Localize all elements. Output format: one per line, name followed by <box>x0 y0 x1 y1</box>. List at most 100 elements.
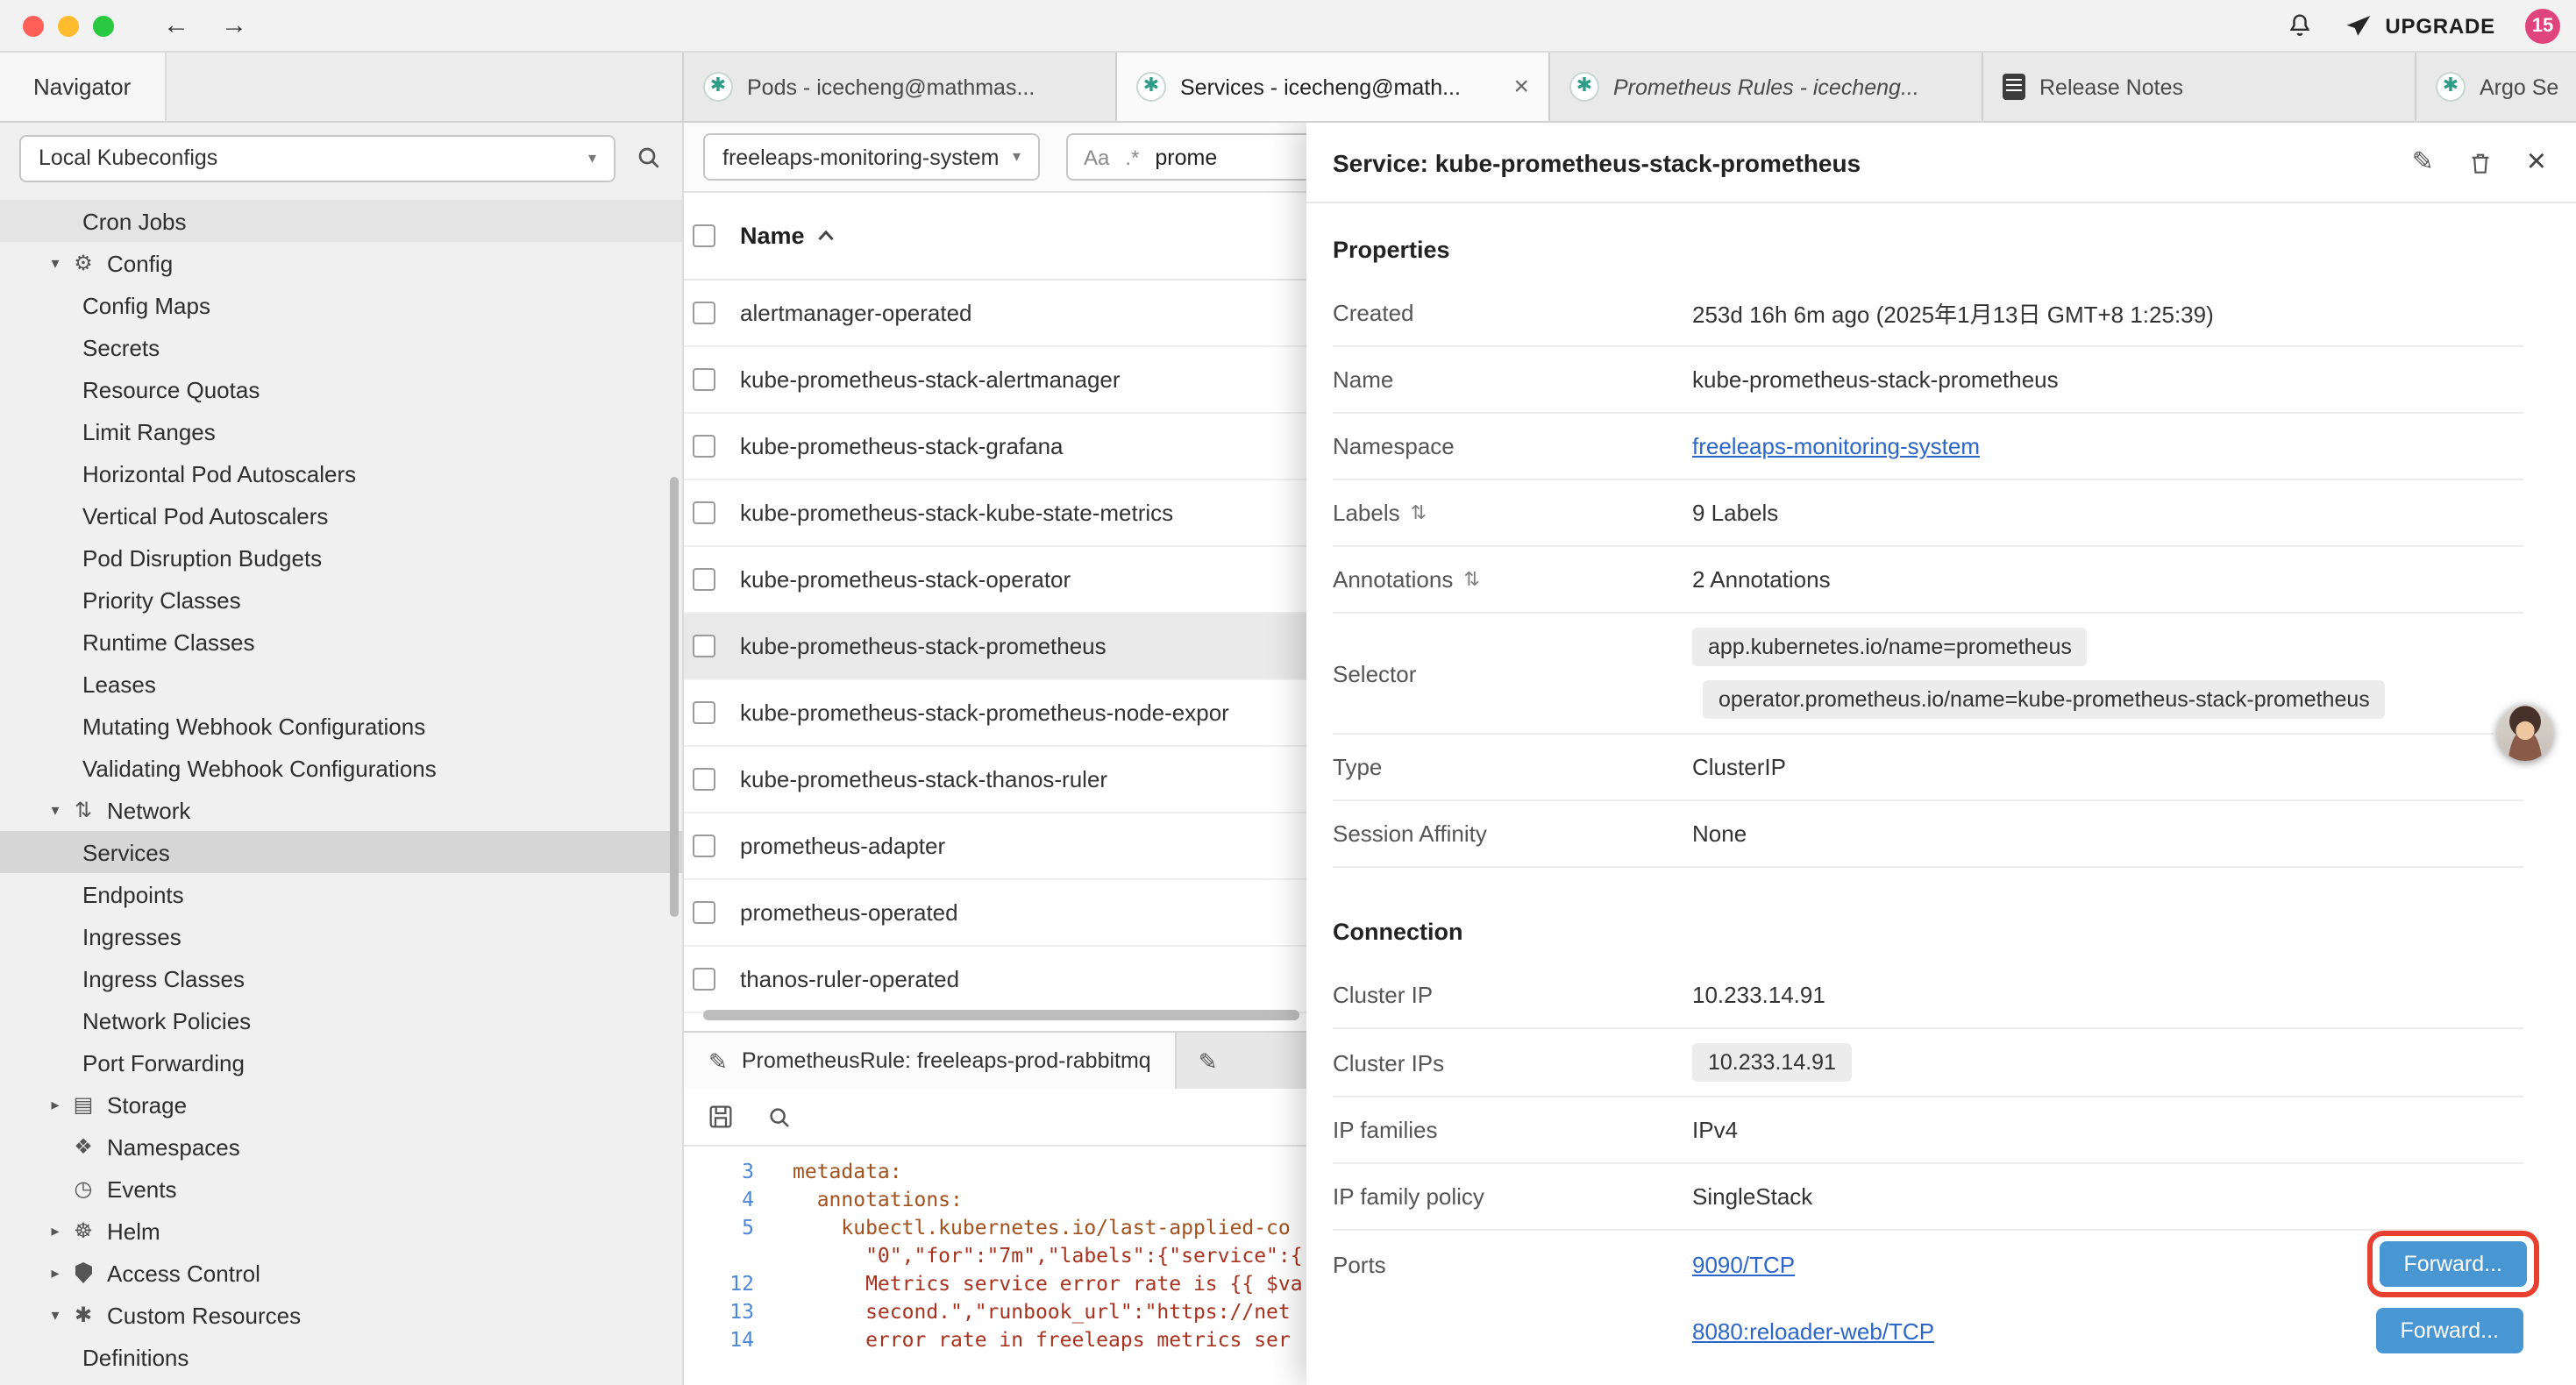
port-link[interactable]: 9090/TCP <box>1692 1251 1795 1277</box>
tab-release-notes[interactable]: Release Notes <box>1983 53 2416 121</box>
save-icon[interactable] <box>707 1103 735 1131</box>
match-case-toggle[interactable]: Aa <box>1084 145 1109 169</box>
forward-button[interactable]: Forward... <box>2379 1241 2527 1287</box>
row-checkbox[interactable] <box>693 568 715 591</box>
sidebar-item-horizontal-pod-autoscalers[interactable]: Horizontal Pod Autoscalers <box>0 452 682 494</box>
bell-icon[interactable] <box>2285 11 2315 40</box>
row-checkbox[interactable] <box>693 302 715 324</box>
row-checkbox[interactable] <box>693 768 715 791</box>
sidebar-item-validating-webhook-configurations[interactable]: Validating Webhook Configurations <box>0 747 682 789</box>
maximize-window-button[interactable] <box>93 15 114 36</box>
select-all-checkbox[interactable] <box>693 224 715 247</box>
tab-prometheus-rules-icecheng[interactable]: ✱Prometheus Rules - icecheng... <box>1550 53 1983 121</box>
row-checkbox[interactable] <box>693 368 715 391</box>
sidebar-item-leases[interactable]: Leases <box>0 663 682 705</box>
editor-tab-prometheusrule[interactable]: ✎ PrometheusRule: freeleaps-prod-rabbitm… <box>684 1033 1178 1089</box>
sidebar-item-helm[interactable]: ▸☸Helm <box>0 1210 682 1252</box>
sidebar-item-secrets[interactable]: Secrets <box>0 326 682 368</box>
row-checkbox[interactable] <box>693 835 715 857</box>
namespace-link[interactable]: freeleaps-monitoring-system <box>1692 433 1980 459</box>
detail-label-text: Created <box>1333 300 1414 326</box>
sort-toggle-icon[interactable]: ⇅ <box>1411 501 1427 524</box>
user-avatar[interactable] <box>2497 705 2553 761</box>
trash-icon[interactable] <box>2467 148 2494 176</box>
namespaces-icon: ❖ <box>68 1134 98 1159</box>
sidebar-item-vertical-pod-autoscalers[interactable]: Vertical Pod Autoscalers <box>0 494 682 536</box>
sidebar-item-custom-resources[interactable]: ▾✱Custom Resources <box>0 1294 682 1336</box>
sidebar-item-definitions[interactable]: Definitions <box>0 1336 682 1378</box>
detail-label: Created <box>1333 300 1692 326</box>
horizontal-scrollbar[interactable] <box>703 1010 1299 1020</box>
tab-argo-se[interactable]: ✱Argo Se <box>2416 53 2576 121</box>
sidebar-item-label: Limit Ranges <box>82 418 216 444</box>
close-window-button[interactable] <box>23 15 44 36</box>
section-heading-properties: Properties <box>1333 203 2523 281</box>
clock-icon: ◷ <box>68 1176 98 1201</box>
namespace-filter-dropdown[interactable]: freeleaps-monitoring-system ▾ <box>703 133 1040 181</box>
line-number: 5 <box>684 1213 775 1241</box>
sort-toggle-icon[interactable]: ⇅ <box>1463 568 1479 591</box>
close-icon[interactable]: × <box>2527 146 2546 179</box>
sidebar-item-priority-classes[interactable]: Priority Classes <box>0 579 682 621</box>
sidebar-item-label: Definitions <box>82 1344 189 1370</box>
search-icon[interactable] <box>766 1104 793 1130</box>
row-checkbox[interactable] <box>693 435 715 458</box>
row-name: prometheus-operated <box>740 899 958 926</box>
detail-value: 2 Annotations <box>1692 566 2523 593</box>
sidebar-item-endpoints[interactable]: Endpoints <box>0 873 682 915</box>
forward-button[interactable]: Forward... <box>2375 1308 2523 1353</box>
row-name: prometheus-adapter <box>740 833 945 859</box>
sidebar-item-ingresses[interactable]: Ingresses <box>0 915 682 957</box>
detail-label-text: Cluster IPs <box>1333 1049 1444 1076</box>
sidebar-item-label: Ingress Classes <box>82 965 245 991</box>
close-tab-icon[interactable]: × <box>1513 74 1529 100</box>
sidebar-item-resource-quotas[interactable]: Resource Quotas <box>0 368 682 410</box>
sidebar-item-label: Storage <box>107 1091 187 1118</box>
sidebar-item-pod-disruption-budgets[interactable]: Pod Disruption Budgets <box>0 536 682 579</box>
sidebar-item-storage[interactable]: ▸▤Storage <box>0 1083 682 1126</box>
row-checkbox[interactable] <box>693 901 715 924</box>
window-titlebar: ← → UPGRADE 15 <box>0 0 2576 53</box>
sidebar-item-config[interactable]: ▾⚙Config <box>0 242 682 284</box>
sidebar-item-services[interactable]: Services <box>0 831 682 873</box>
forward-arrow-icon[interactable]: → <box>221 12 247 39</box>
sidebar-item-limit-ranges[interactable]: Limit Ranges <box>0 410 682 452</box>
minimize-window-button[interactable] <box>58 15 79 36</box>
sidebar-item-ingress-classes[interactable]: Ingress Classes <box>0 957 682 999</box>
edit-icon[interactable]: ✎ <box>2412 149 2434 175</box>
sidebar-item-label: Helm <box>107 1218 160 1244</box>
back-arrow-icon[interactable]: ← <box>163 12 189 39</box>
regex-toggle[interactable]: .* <box>1125 145 1139 169</box>
upgrade-button[interactable]: UPGRADE <box>2345 11 2495 39</box>
sidebar-item-port-forwarding[interactable]: Port Forwarding <box>0 1041 682 1083</box>
tab-label: Prometheus Rules - icecheng... <box>1613 75 1962 99</box>
line-number: 4 <box>684 1185 775 1213</box>
sidebar-item-cron-jobs[interactable]: Cron Jobs <box>0 200 682 242</box>
sidebar-item-label: Config Maps <box>82 292 210 318</box>
sidebar-item-network-policies[interactable]: Network Policies <box>0 999 682 1041</box>
tab-services-icecheng-math[interactable]: ✱Services - icecheng@math...× <box>1117 53 1550 121</box>
sidebar-item-runtime-classes[interactable]: Runtime Classes <box>0 621 682 663</box>
sidebar-scrollbar[interactable] <box>670 477 679 917</box>
sidebar-item-namespaces[interactable]: ▾❖Namespaces <box>0 1126 682 1168</box>
notification-badge[interactable]: 15 <box>2525 8 2560 43</box>
sidebar-item-events[interactable]: ▾◷Events <box>0 1168 682 1210</box>
tab-pods-icecheng-mathmas[interactable]: ✱Pods - icecheng@mathmas... <box>684 53 1117 121</box>
sidebar-item-mutating-webhook-configurations[interactable]: Mutating Webhook Configurations <box>0 705 682 747</box>
port-link[interactable]: 8080:reloader-web/TCP <box>1692 1318 1934 1344</box>
row-checkbox[interactable] <box>693 968 715 991</box>
row-checkbox[interactable] <box>693 501 715 524</box>
sidebar-item-config-maps[interactable]: Config Maps <box>0 284 682 326</box>
detail-label: Cluster IPs <box>1333 1049 1692 1076</box>
editor-tab-partial[interactable]: ✎ <box>1178 1033 1239 1089</box>
detail-value: 253d 16h 6m ago (2025年1月13日 GMT+8 1:25:3… <box>1692 296 2523 330</box>
sidebar-item-label: Network Policies <box>82 1007 251 1033</box>
name-column-header[interactable]: Name <box>740 223 835 249</box>
kubeconfig-selector[interactable]: Local Kubeconfigs ▾ <box>19 134 616 181</box>
search-icon[interactable] <box>635 144 663 172</box>
sidebar-item-access-control[interactable]: ▸Access Control <box>0 1252 682 1294</box>
sidebar-item-network[interactable]: ▾⇅Network <box>0 789 682 831</box>
app-window: ← → UPGRADE 15 Navigator ✱Pods - icechen… <box>0 0 2576 1385</box>
row-checkbox[interactable] <box>693 635 715 657</box>
row-checkbox[interactable] <box>693 701 715 724</box>
